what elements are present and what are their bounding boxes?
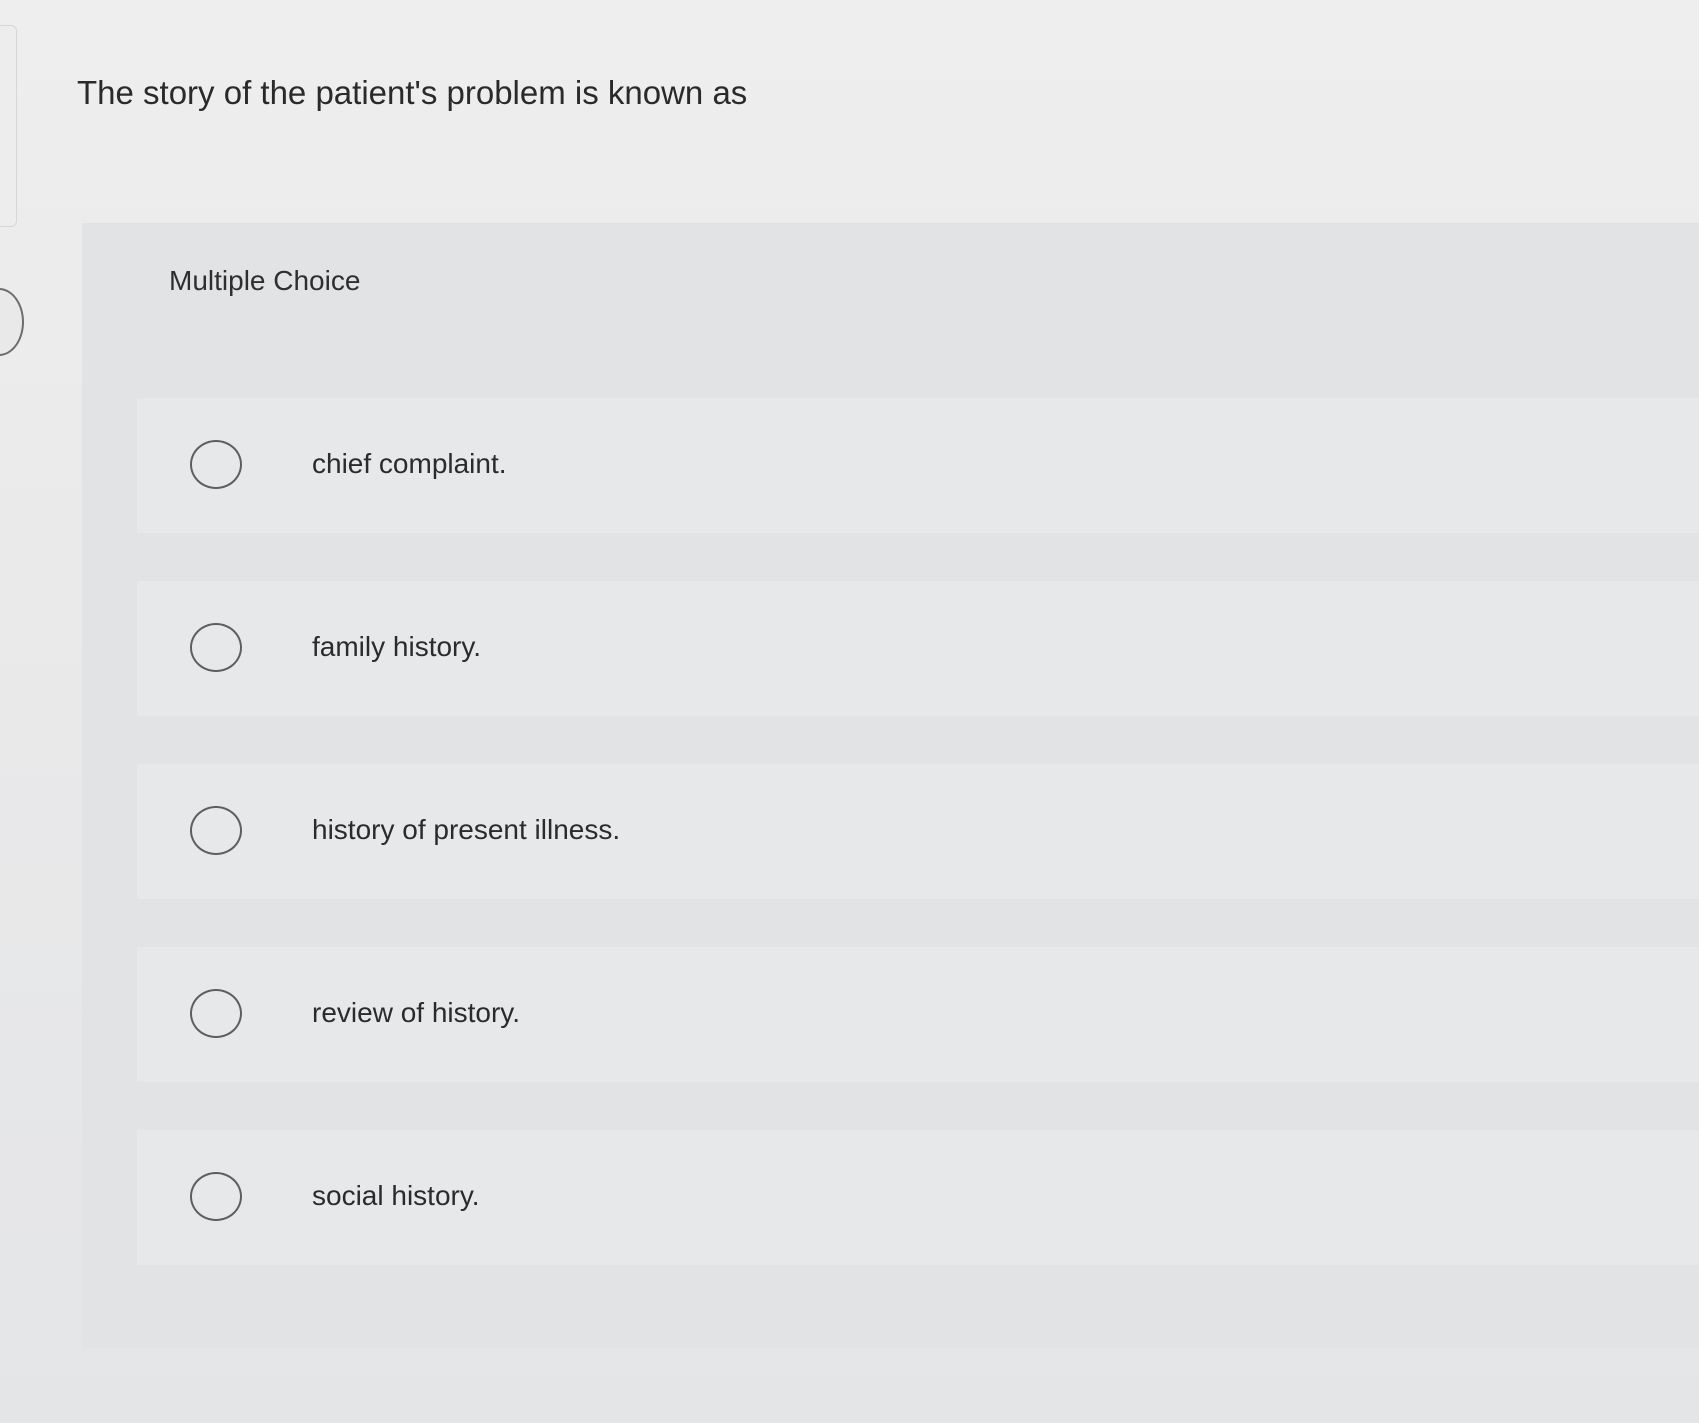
answer-option-label: review of history. (312, 997, 520, 1028)
answer-options-list: chief complaint. family history. history… (137, 398, 1699, 1313)
radio-button[interactable] (190, 1172, 242, 1221)
question-panel: Multiple Choice chief complaint. family … (82, 223, 1699, 1348)
answer-option-label: social history. (312, 1180, 480, 1211)
answer-option-label: family history. (312, 631, 482, 662)
radio-button[interactable] (190, 806, 242, 855)
answer-option-family-history[interactable]: family history. (137, 581, 1699, 716)
radio-button[interactable] (190, 440, 242, 489)
side-nav-button[interactable] (0, 288, 24, 356)
answer-option-history-of-present-illness[interactable]: history of present illness. (137, 764, 1699, 899)
question-type-label: Multiple Choice (169, 265, 361, 296)
answer-option-label: chief complaint. (312, 448, 507, 479)
question-prompt: The story of the patient's problem is kn… (77, 74, 748, 111)
radio-button[interactable] (190, 989, 242, 1038)
answer-option-review-of-history[interactable]: review of history. (137, 947, 1699, 1082)
radio-button[interactable] (190, 623, 242, 672)
answer-option-label: history of present illness. (312, 814, 621, 845)
left-side-panel-edge (0, 25, 17, 227)
answer-option-chief-complaint[interactable]: chief complaint. (137, 398, 1699, 533)
answer-option-social-history[interactable]: social history. (137, 1130, 1699, 1265)
